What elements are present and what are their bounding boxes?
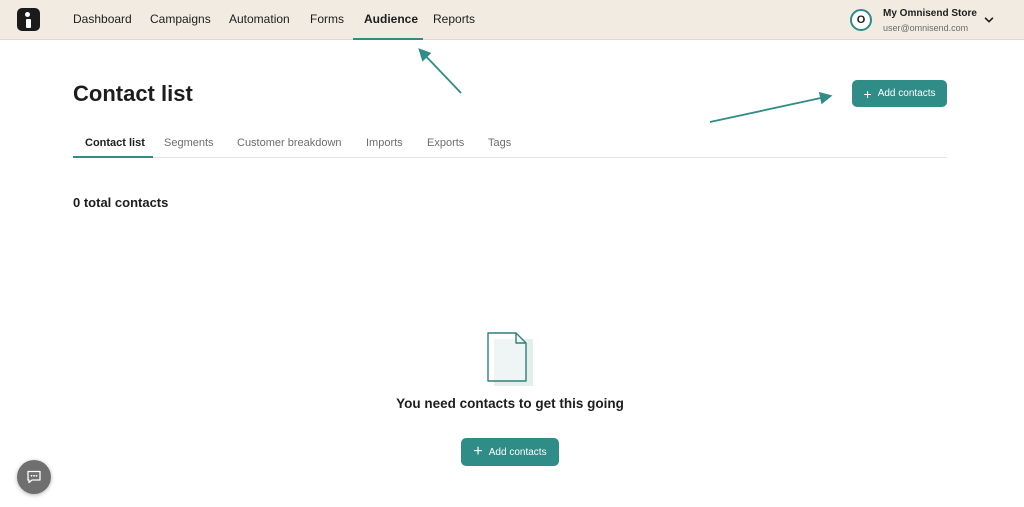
- arrow-to-add-contacts: [709, 91, 833, 123]
- add-contacts-button-label: Add contacts: [877, 88, 936, 99]
- chat-bubble-icon: [27, 470, 41, 484]
- tab-contact-list[interactable]: Contact list: [85, 137, 145, 149]
- nav-item-automation[interactable]: Automation: [229, 12, 290, 26]
- nav-item-audience[interactable]: Audience: [364, 12, 418, 26]
- store-email: user@omnisend.com: [883, 23, 969, 33]
- plus-icon: +: [473, 443, 483, 460]
- add-contacts-empty-state-button[interactable]: + Add contacts: [461, 438, 559, 466]
- nav-item-campaigns[interactable]: Campaigns: [150, 12, 211, 26]
- arrow-to-audience: [418, 48, 462, 94]
- nav-item-forms[interactable]: Forms: [310, 12, 344, 26]
- omnisend-logo[interactable]: [17, 8, 40, 31]
- nav-item-dashboard[interactable]: Dashboard: [73, 12, 132, 26]
- store-avatar[interactable]: O: [850, 9, 872, 31]
- plus-icon: +: [863, 85, 872, 102]
- top-navigation-bar: Dashboard Campaigns Automation Forms Aud…: [0, 0, 1024, 40]
- chevron-down-icon[interactable]: [983, 14, 995, 26]
- tab-tags[interactable]: Tags: [488, 137, 511, 149]
- page-title: Contact list: [73, 81, 193, 106]
- add-contacts-button[interactable]: + Add contacts: [852, 80, 947, 107]
- store-name[interactable]: My Omnisend Store: [883, 8, 977, 19]
- empty-state-message: You need contacts to get this going: [396, 396, 624, 411]
- tab-exports[interactable]: Exports: [427, 137, 464, 149]
- chat-support-button[interactable]: [17, 460, 51, 494]
- nav-item-reports[interactable]: Reports: [433, 12, 475, 26]
- audience-tabs: Contact list Segments Customer breakdown…: [73, 133, 947, 158]
- active-tab-indicator: [73, 156, 153, 158]
- annotation-arrows: [418, 48, 833, 123]
- active-nav-indicator: [353, 38, 423, 40]
- tab-customer-breakdown[interactable]: Customer breakdown: [237, 137, 342, 149]
- document-icon: [487, 332, 533, 386]
- total-contacts-count: 0 total contacts: [73, 195, 169, 210]
- add-contacts-empty-state-button-label: Add contacts: [488, 446, 547, 458]
- tab-imports[interactable]: Imports: [366, 137, 403, 149]
- tab-segments[interactable]: Segments: [164, 137, 214, 149]
